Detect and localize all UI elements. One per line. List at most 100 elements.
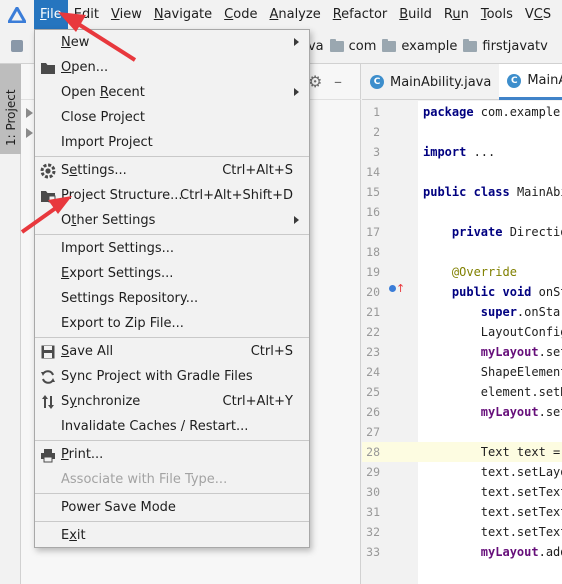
menu-item-label: Save All [61, 344, 114, 359]
menu-item-label: Power Save Mode [61, 500, 176, 515]
menu-run[interactable]: Run [438, 0, 475, 29]
line-number: 1 [373, 105, 380, 119]
tab-mainability-java[interactable]: C MainAbility.java [362, 64, 499, 100]
editor-gutter: 1 2 3 14 15 16 17 18 19 20 21 22 23 24 25 26 27 28 29 30 31 3… [362, 101, 418, 584]
file-menu-dropdown: New Open... Open Recent Close Project Import… [34, 29, 310, 548]
folder-icon [329, 39, 344, 52]
breadcrumb-label: example [401, 39, 458, 54]
menu-tools[interactable]: Tools [475, 0, 519, 29]
menu-item-invalidate-caches-restart[interactable]: Invalidate Caches / Restart... [35, 414, 309, 439]
menu-item-close-project[interactable]: Close Project [35, 105, 309, 130]
menu-item-print[interactable]: Print... [35, 442, 309, 467]
menu-item-power-save-mode[interactable]: Power Save Mode [35, 495, 309, 520]
menu-item-export-to-zip-file[interactable]: Export to Zip File... [35, 311, 309, 336]
menu-item-label: Project Structure... [61, 188, 183, 203]
gear-icon[interactable]: ⚙ [308, 72, 322, 91]
folder-open-icon [40, 60, 56, 76]
menu-item-project-structure[interactable]: Project Structure... Ctrl+Alt+Shift+D [35, 183, 309, 208]
submenu-arrow-icon [294, 216, 299, 224]
menu-vcs[interactable]: VCS [519, 0, 557, 29]
menu-item-label: New [61, 35, 90, 50]
java-class-icon: C [370, 75, 384, 89]
project-tool-tab[interactable]: 1: Project [0, 64, 21, 154]
sync-icon [40, 369, 56, 385]
menu-separator [35, 493, 309, 494]
code-line: myLayout.set [480, 345, 562, 359]
code-line: super.onStar [480, 305, 562, 319]
menu-item-save-all[interactable]: Save All Ctrl+S [35, 339, 309, 364]
module-icon [0, 40, 34, 52]
line-number: 25 [366, 385, 380, 399]
menu-separator [35, 156, 309, 157]
menu-item-shortcut: Ctrl+Alt+Y [222, 394, 293, 409]
folder-icon [463, 39, 478, 52]
breadcrumb-item-com[interactable]: com [329, 39, 377, 54]
menu-item-new[interactable]: New [35, 30, 309, 55]
line-number: 32 [366, 525, 380, 539]
expand-arrow-icon[interactable] [26, 128, 33, 138]
code-line: text.setLayo [423, 465, 562, 479]
menu-navigate[interactable]: Navigate [148, 0, 218, 29]
menu-view[interactable]: View [105, 0, 148, 29]
code-line: element.setR [423, 385, 562, 399]
tab-mainability-slice[interactable]: C MainA [499, 64, 562, 100]
menu-item-label: Associate with File Type... [61, 472, 228, 487]
menu-file[interactable]: File [34, 0, 68, 29]
implements-arrow-icon: ↑ [396, 282, 406, 295]
code-editor[interactable]: package com.example. import ... public cla… [418, 101, 562, 584]
menu-item-import-project[interactable]: Import Project [35, 130, 309, 155]
menu-item-synchronize[interactable]: Synchronize Ctrl+Alt+Y [35, 389, 309, 414]
menu-item-label: Invalidate Caches / Restart... [61, 419, 249, 434]
code-line: myLayout.add [480, 545, 562, 559]
menu-item-associate-with-file-type: Associate with File Type... [35, 467, 309, 492]
line-number: 14 [366, 165, 380, 179]
code-line: import ... [423, 145, 496, 159]
menu-item-label: Settings... [61, 163, 127, 178]
code-line: public void onSt [451, 285, 562, 299]
menu-item-label: Settings Repository... [61, 291, 199, 306]
line-number: 18 [366, 245, 380, 259]
menu-label: VCS [524, 7, 552, 22]
code-line: public class MainAbi [423, 185, 562, 199]
menu-item-other-settings[interactable]: Other Settings [35, 208, 309, 233]
menu-item-shortcut: Ctrl+Alt+Shift+D [180, 188, 293, 203]
menu-item-open-recent[interactable]: Open Recent [35, 80, 309, 105]
menu-item-import-settings[interactable]: Import Settings... [35, 236, 309, 261]
override-icon[interactable] [389, 285, 396, 292]
save-icon [40, 344, 56, 360]
menu-separator [35, 337, 309, 338]
project-structure-icon [40, 188, 56, 204]
line-number: 31 [366, 505, 380, 519]
tab-label: MainA [527, 73, 562, 88]
breadcrumb-label: com [348, 39, 377, 54]
menu-item-label: Open Recent [61, 85, 145, 100]
menu-refactor[interactable]: Refactor [327, 0, 394, 29]
menu-separator [35, 521, 309, 522]
app-logo-icon[interactable] [0, 0, 34, 29]
menu-label: Refactor [332, 7, 388, 22]
code-line: private Directio [451, 225, 562, 239]
menu-item-exit[interactable]: Exit [35, 523, 309, 548]
menu-label: Navigate [153, 7, 213, 22]
menu-item-sync-project-with-gradle-files[interactable]: Sync Project with Gradle Files [35, 364, 309, 389]
breadcrumb-item-example[interactable]: example [382, 39, 457, 54]
menu-edit[interactable]: Edit [68, 0, 105, 29]
menu-item-export-settings[interactable]: Export Settings... [35, 261, 309, 286]
submenu-arrow-icon [294, 38, 299, 46]
menu-item-label: Sync Project with Gradle Files [61, 369, 253, 384]
code-line: package com.example. [423, 105, 562, 119]
menu-item-settings-repository[interactable]: Settings Repository... [35, 286, 309, 311]
menu-build[interactable]: Build [393, 0, 438, 29]
minimize-icon[interactable]: – [334, 72, 342, 91]
menu-item-open[interactable]: Open... [35, 55, 309, 80]
menu-item-shortcut: Ctrl+Alt+S [222, 163, 293, 178]
menu-code[interactable]: Code [218, 0, 263, 29]
menu-analyze[interactable]: Analyze [263, 0, 326, 29]
menu-item-shortcut: Ctrl+S [250, 344, 293, 359]
expand-arrow-icon[interactable] [26, 108, 33, 118]
breadcrumb-item-firstjavatv[interactable]: firstjavatv [463, 39, 548, 54]
menu-item-settings[interactable]: Settings... Ctrl+Alt+S [35, 158, 309, 183]
